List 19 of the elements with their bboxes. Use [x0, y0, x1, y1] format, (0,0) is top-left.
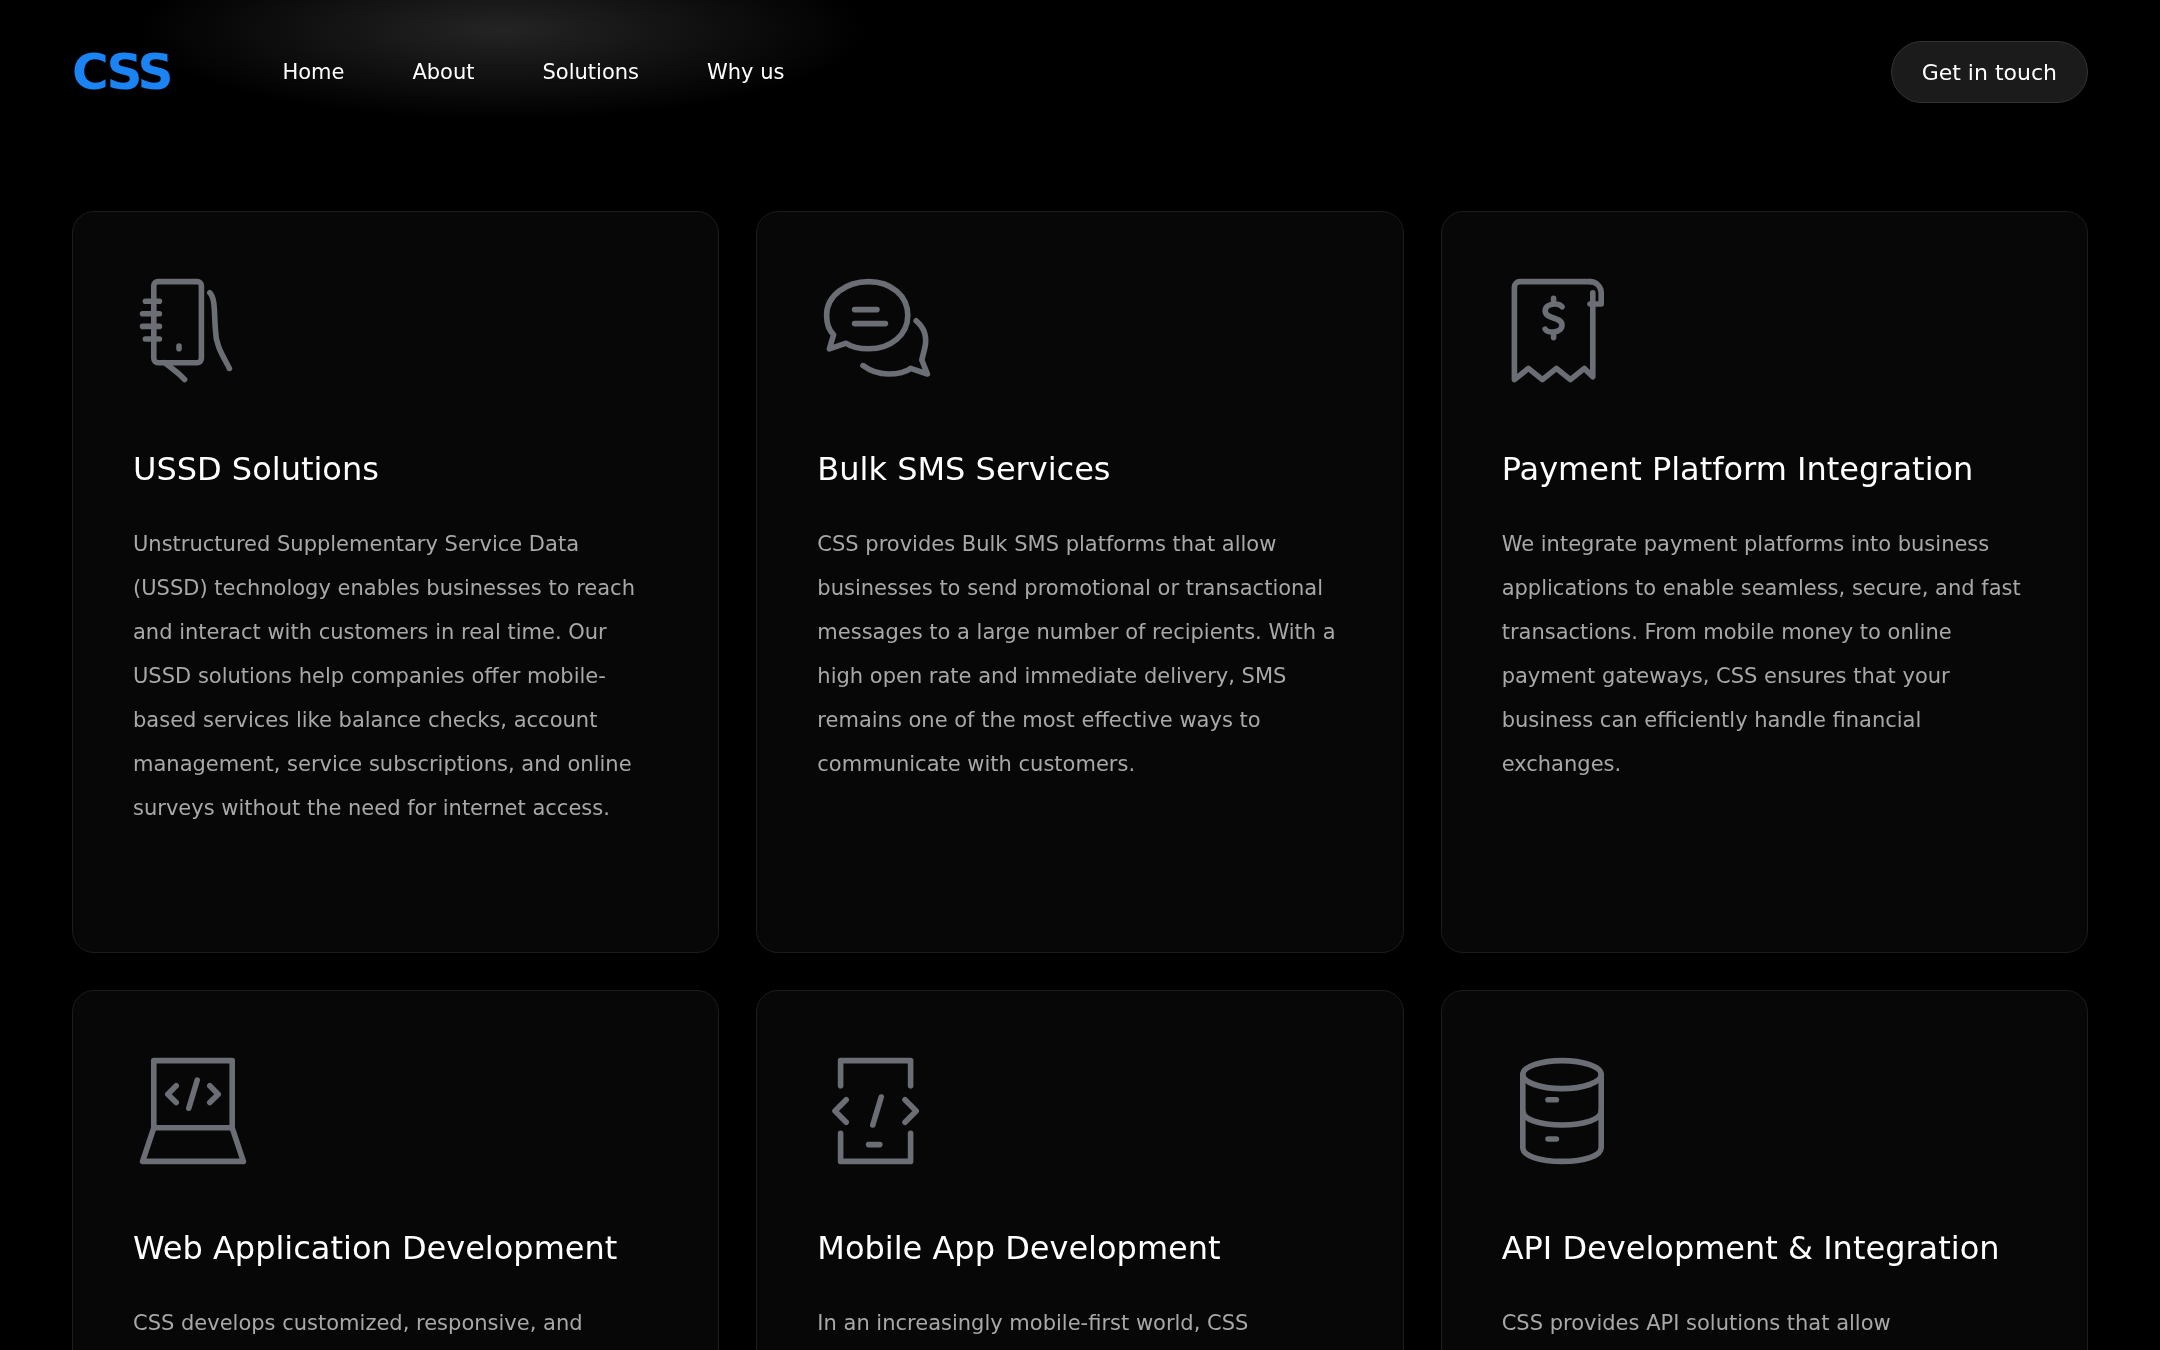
- card-title: USSD Solutions: [133, 449, 380, 490]
- contact-button[interactable]: Get in touch: [1890, 41, 2088, 103]
- laptop-code-icon: [137, 1055, 249, 1167]
- card-description: CSS provides API solutions that allow: [1501, 1310, 1892, 1337]
- card-description: CSS provides Bulk SMS platforms that allow businesses to send promotional or transactional messages to a large number of recipients. With a high open rate and immediate delivery, SMS remains one of the most effective ways to communicate with customers.: [817, 531, 1337, 778]
- card-title: Web Application Development: [133, 1228, 619, 1269]
- card-description: In an increasingly mobile-first world, CSS: [817, 1310, 1250, 1337]
- card-description: CSS develops customized, responsive, and: [133, 1310, 584, 1337]
- logo[interactable]: CSS: [72, 44, 175, 100]
- card-title: API Development & Integration: [1501, 1228, 2001, 1269]
- card-title: Payment Platform Integration: [1501, 449, 1975, 490]
- nav-link[interactable]: Home: [282, 60, 345, 84]
- card-description: We integrate payment platforms into business applications to enable seamless, secure, and fast transactions. From mobile money to online payment gateways, CSS ensures that your business can efficiently handle financial exchanges.: [1501, 531, 2022, 778]
- nav-link[interactable]: About: [412, 60, 475, 84]
- nav-link[interactable]: Why us: [707, 60, 785, 84]
- card-description: Unstructured Supplementary Service Data (USSD) technology enables businesses to reach and interact with customers in real time. Our USSD solutions help companies offer mobile-based services like balance checks, account management, service subscriptions, and online surveys without the need for internet access.: [133, 531, 636, 822]
- nav-link[interactable]: Solutions: [542, 60, 639, 84]
- card-title: Mobile App Development: [817, 1228, 1222, 1269]
- card-title: Bulk SMS Services: [817, 449, 1112, 490]
